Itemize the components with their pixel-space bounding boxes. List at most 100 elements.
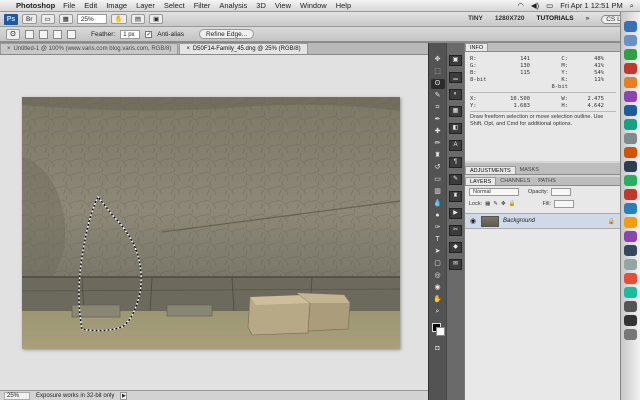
app-menu[interactable]: Photoshop <box>16 1 55 10</box>
lock-all-icon[interactable]: 🔒 <box>509 201 516 207</box>
workspace-1280x720[interactable]: 1280X720 <box>495 15 525 24</box>
menu-edit[interactable]: Edit <box>84 1 97 10</box>
menu-filter[interactable]: Filter <box>194 1 211 10</box>
zoom-tool-icon[interactable]: ⌕ <box>431 307 445 317</box>
histogram-panel-icon[interactable]: ▁ <box>449 72 462 83</box>
app-dock-icon[interactable] <box>624 231 637 242</box>
actions-panel-icon[interactable]: ▶ <box>449 208 462 219</box>
menu-image[interactable]: Image <box>106 1 127 10</box>
workspace-more-icon[interactable]: » <box>586 15 590 24</box>
menu-3d[interactable]: 3D <box>256 1 266 10</box>
type-tool-icon[interactable]: T <box>431 235 445 245</box>
dashboard-dock-icon[interactable] <box>624 35 637 46</box>
opacity-input[interactable] <box>551 188 572 196</box>
app-dock-icon[interactable] <box>624 147 637 158</box>
feather-input[interactable]: 1 px <box>120 29 141 39</box>
zoom-level-select[interactable]: 25% <box>76 14 107 24</box>
paragraph-panel-icon[interactable]: ¶ <box>449 157 462 168</box>
brush-tool-icon[interactable]: ✏ <box>431 139 445 149</box>
character-panel-icon[interactable]: A <box>449 140 462 151</box>
app-dock-icon[interactable] <box>624 217 637 228</box>
navigator-panel-icon[interactable]: ▣ <box>449 55 462 66</box>
history-brush-tool-icon[interactable]: ↺ <box>431 163 445 173</box>
lock-position-icon[interactable]: ✥ <box>501 201 506 207</box>
app-dock-icon[interactable] <box>624 203 637 214</box>
intersect-selection-icon[interactable] <box>67 29 76 39</box>
tab-masks[interactable]: MASKS <box>516 166 543 174</box>
document-tab-family[interactable]: × D50F14-Family_45.dng @ 25% (RGB/8) <box>179 43 308 54</box>
app-dock-icon[interactable] <box>624 175 637 186</box>
app-dock-icon[interactable] <box>624 273 637 284</box>
subtract-selection-icon[interactable] <box>53 29 62 39</box>
app-dock-icon[interactable] <box>624 161 637 172</box>
dodge-tool-icon[interactable]: ● <box>431 211 445 221</box>
menu-select[interactable]: Select <box>164 1 185 10</box>
menu-layer[interactable]: Layer <box>136 1 155 10</box>
layer-row-background[interactable]: ◉ Background 🔒 <box>465 213 621 229</box>
lasso-tool-preset-icon[interactable]: ʘ <box>6 28 20 40</box>
document-tab-untitled[interactable]: × Untitled-1 @ 100% (www.varis.com blog.… <box>0 43 179 54</box>
new-selection-icon[interactable] <box>25 29 34 39</box>
tab-channels[interactable]: CHANNELS <box>496 177 534 185</box>
blend-mode-select[interactable]: Normal <box>469 188 519 196</box>
visibility-eye-icon[interactable]: ◉ <box>469 217 477 225</box>
3d-rotate-tool-icon[interactable]: ◎ <box>431 271 445 281</box>
finder-dock-icon[interactable] <box>624 21 637 32</box>
volume-icon[interactable]: ◀) <box>531 1 539 10</box>
photoshop-dock-icon[interactable] <box>624 105 637 116</box>
hand-tool-button[interactable]: ✋ <box>110 14 127 24</box>
marquee-tool-icon[interactable]: ⬚ <box>431 67 445 77</box>
app-dock-icon[interactable] <box>624 315 637 326</box>
app-dock-icon[interactable] <box>624 259 637 270</box>
3d-panel-icon[interactable]: ◆ <box>449 242 462 253</box>
menu-file[interactable]: File <box>63 1 75 10</box>
spotlight-icon[interactable]: ⌕ <box>630 1 634 11</box>
eraser-tool-icon[interactable]: ▭ <box>431 175 445 185</box>
pen-tool-icon[interactable]: ✑ <box>431 223 445 233</box>
notes-panel-icon[interactable]: ✉ <box>449 259 462 270</box>
wifi-icon[interactable]: ◠ <box>517 1 524 10</box>
clone-stamp-tool-icon[interactable]: ♜ <box>431 151 445 161</box>
add-selection-icon[interactable] <box>39 29 48 39</box>
menu-view[interactable]: View <box>275 1 291 10</box>
tab-paths[interactable]: PATHS <box>534 177 560 185</box>
swatches-panel-icon[interactable]: ▦ <box>449 106 462 117</box>
refine-edge-button[interactable]: Refine Edge... <box>198 29 255 39</box>
path-selection-tool-icon[interactable]: ➤ <box>431 247 445 257</box>
app-dock-icon[interactable] <box>624 245 637 256</box>
antialias-checkbox[interactable]: ✓ <box>145 30 153 38</box>
itunes-dock-icon[interactable] <box>624 91 637 102</box>
mail-dock-icon[interactable] <box>624 63 637 74</box>
app-dock-icon[interactable] <box>624 301 637 312</box>
arrange-documents-button[interactable]: ▤ <box>130 14 146 24</box>
minibridge-button[interactable]: ▭ <box>40 14 55 24</box>
app-dock-icon[interactable] <box>624 189 637 200</box>
tab-info[interactable]: INFO <box>465 43 489 51</box>
tool-presets-panel-icon[interactable]: ✂ <box>449 225 462 236</box>
trash-dock-icon[interactable] <box>624 329 637 340</box>
move-tool-icon[interactable]: ✥ <box>431 55 445 65</box>
canvas-area[interactable] <box>0 55 428 390</box>
lock-pixels-icon[interactable]: ✎ <box>493 201 498 207</box>
status-zoom-field[interactable]: 25% <box>4 391 30 400</box>
quick-mask-icon[interactable]: ◘ <box>431 344 445 354</box>
workspace-tiny[interactable]: TINY <box>468 15 483 24</box>
fill-input[interactable] <box>554 200 574 208</box>
guides-button[interactable]: ▦ <box>58 14 73 24</box>
3d-orbit-tool-icon[interactable]: ◉ <box>431 283 445 293</box>
clock[interactable]: Fri Apr 1 12:51 PM <box>560 1 623 10</box>
crop-tool-icon[interactable]: ⌗ <box>431 103 445 113</box>
shape-tool-icon[interactable]: ▢ <box>431 259 445 269</box>
safari-dock-icon[interactable] <box>624 49 637 60</box>
lock-transparency-icon[interactable]: ▦ <box>485 201 490 207</box>
bridge-button[interactable]: Br <box>22 14 37 24</box>
app-dock-icon[interactable] <box>624 119 637 130</box>
color-panel-icon[interactable]: ◐ <box>449 89 462 100</box>
tab-close-icon[interactable]: × <box>186 46 190 52</box>
screen-mode-button[interactable]: ▣ <box>149 14 164 24</box>
brushes-panel-icon[interactable]: ✎ <box>449 174 462 185</box>
app-dock-icon[interactable] <box>624 133 637 144</box>
blur-tool-icon[interactable]: 💧 <box>431 199 445 209</box>
clone-source-panel-icon[interactable]: ♜ <box>449 191 462 202</box>
workspace-tutorials[interactable]: TUTORIALS <box>537 15 574 24</box>
